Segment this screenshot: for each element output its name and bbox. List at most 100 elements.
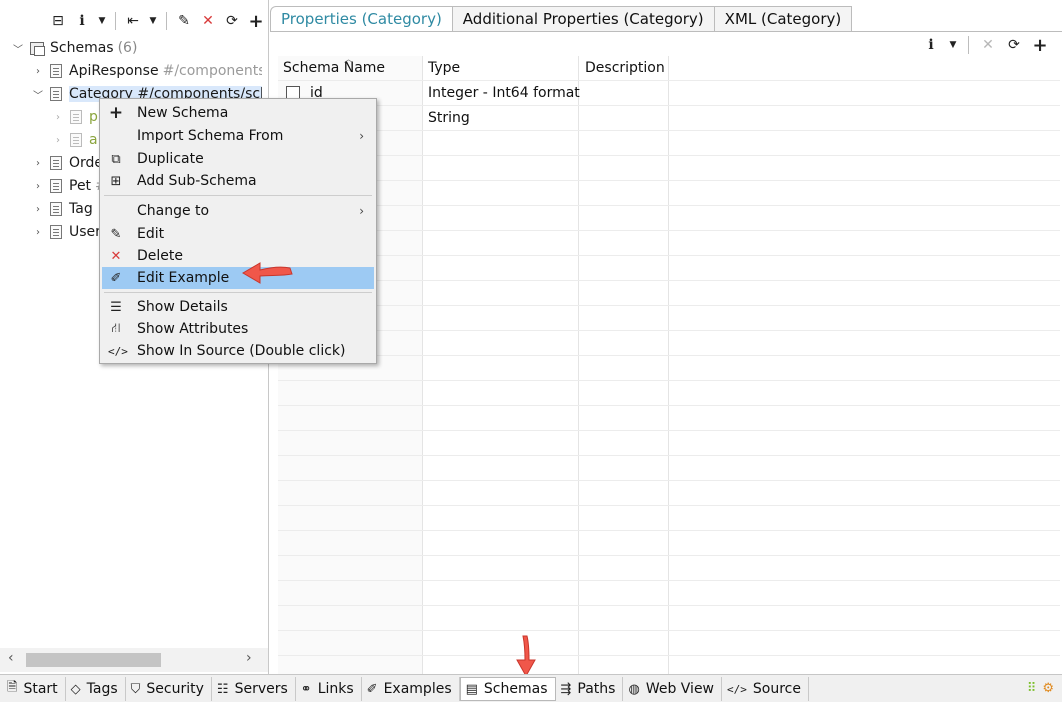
bottom-tab-security[interactable]: ⛉ Security	[126, 677, 212, 701]
bottom-tab-paths[interactable]: ⇶ Paths	[556, 677, 624, 701]
menu-item-add-sub-schema[interactable]: ⊞ Add Sub-Schema	[102, 170, 374, 192]
horizontal-scrollbar[interactable]: ‹ ›	[0, 648, 268, 672]
menu-item-duplicate[interactable]: ⧉ Duplicate	[102, 148, 374, 170]
refresh-icon[interactable]: ⟳	[222, 10, 242, 32]
bottom-tab-start[interactable]: 🗎 Start	[2, 677, 66, 701]
tree-item-property-p[interactable]: › p	[52, 106, 98, 128]
menu-item-label: Delete	[137, 248, 183, 264]
chevron-down-icon[interactable]: ﹀	[12, 41, 24, 56]
settings-gear-icon[interactable]: ⚙	[1042, 681, 1054, 696]
menu-item-show-attributes[interactable]: ⛙ Show Attributes	[102, 318, 374, 340]
info-icon[interactable]: i	[72, 10, 92, 32]
tree-item-label: User	[69, 224, 101, 240]
chevron-right-icon[interactable]: ›	[32, 158, 44, 169]
delete-icon: ✕	[110, 248, 122, 264]
tree-item-user[interactable]: › User	[32, 221, 101, 243]
chevron-right-icon[interactable]: ›	[32, 204, 44, 215]
link-icon: ⚭	[300, 681, 312, 697]
row-divider	[278, 405, 1060, 406]
context-menu: + New Schema Import Schema From › ⧉ Dupl…	[99, 98, 377, 364]
chevron-right-icon[interactable]: ›	[32, 181, 44, 192]
status-icons: ⠿ ⚙	[1027, 681, 1054, 696]
bottom-tab-source[interactable]: </> Source	[722, 677, 809, 701]
column-header-type[interactable]: Type	[428, 60, 460, 76]
cell-type[interactable]: String	[428, 110, 470, 126]
row-divider	[278, 580, 1060, 581]
row-divider	[278, 305, 1060, 306]
row-divider	[278, 180, 1060, 181]
add-icon[interactable]: +	[1030, 34, 1050, 56]
menu-item-change-to[interactable]: Change to ›	[102, 200, 374, 222]
tree-item-pet[interactable]: › Pet #	[32, 175, 107, 197]
menu-item-import-schema-from[interactable]: Import Schema From ›	[102, 125, 374, 147]
export-dropdown-icon[interactable]: ▼	[147, 10, 159, 32]
source-icon: </>	[108, 344, 128, 358]
column-header-description[interactable]: Description	[585, 60, 665, 76]
bottom-tab-servers[interactable]: ☷ Servers	[212, 677, 296, 701]
chevron-right-icon[interactable]: ›	[32, 66, 44, 77]
row-divider	[278, 205, 1060, 206]
tree-item-label: Pet	[69, 178, 92, 194]
menu-item-show-in-source[interactable]: </> Show In Source (Double click)	[102, 340, 374, 362]
schema-count: (6)	[117, 40, 138, 56]
refresh-icon[interactable]: ⟳	[1004, 34, 1024, 56]
column-divider	[668, 56, 669, 674]
tree-item-tag[interactable]: › Tag	[32, 198, 93, 220]
scroll-right-icon[interactable]: ›	[246, 650, 252, 666]
column-header-schema-name[interactable]: Schema Name	[283, 60, 385, 76]
info-icon[interactable]: i	[921, 34, 941, 56]
menu-item-delete[interactable]: ✕ Delete	[102, 245, 374, 267]
chevron-down-icon[interactable]: ﹀	[32, 87, 44, 102]
bottom-tab-label: Source	[752, 681, 801, 697]
tree-item-label: a	[89, 132, 98, 148]
column-divider	[422, 56, 423, 674]
delete-icon[interactable]: ✕	[978, 34, 998, 56]
chevron-right-icon[interactable]: ›	[52, 112, 64, 123]
tag-icon: ◇	[70, 681, 81, 697]
chevron-right-icon[interactable]: ›	[52, 135, 64, 146]
export-icon[interactable]: ⇤	[123, 10, 143, 32]
tree-item-order[interactable]: › Orde	[32, 152, 103, 174]
bottom-tab-links[interactable]: ⚭ Links	[296, 677, 362, 701]
tab-additional-properties[interactable]: Additional Properties (Category)	[451, 6, 715, 31]
schema-icon	[50, 225, 62, 239]
row-divider	[278, 105, 1060, 106]
tab-properties[interactable]: Properties (Category)	[270, 6, 453, 31]
bottom-tab-label: Paths	[577, 681, 616, 697]
property-icon	[70, 133, 82, 147]
tree-item-apiresponse[interactable]: › ApiResponse #/components/	[32, 60, 262, 82]
edit-icon[interactable]: ✎	[174, 10, 194, 32]
menu-item-show-details[interactable]: ☰ Show Details	[102, 296, 374, 318]
cell-type[interactable]: Integer - Int64 format	[428, 85, 580, 101]
grid-dots-icon[interactable]: ⠿	[1027, 681, 1037, 696]
bottom-tab-web-view[interactable]: ◍ Web View	[623, 677, 723, 701]
bottom-tabs: 🗎 Start ◇ Tags ⛉ Security ☷ Servers ⚭ Links ✐…	[2, 677, 809, 701]
menu-item-label: Show Attributes	[137, 321, 249, 337]
paths-icon: ⇶	[560, 681, 572, 697]
menu-item-edit-example[interactable]: ✐ Edit Example	[102, 267, 374, 289]
bottom-tab-label: Start	[23, 681, 58, 697]
chevron-right-icon[interactable]: ›	[32, 227, 44, 238]
bottom-tab-schemas[interactable]: ▤ Schemas	[459, 677, 556, 701]
menu-item-edit[interactable]: ✎ Edit	[102, 223, 374, 245]
tree-item-property-a[interactable]: › a	[52, 129, 98, 151]
menu-item-label: New Schema	[137, 105, 229, 121]
delete-icon[interactable]: ✕	[198, 10, 218, 32]
menu-item-label: Show In Source (Double click)	[137, 343, 346, 359]
tree-root-schemas[interactable]: ﹀ Schemas (6)	[12, 37, 137, 59]
bottom-tab-label: Servers	[234, 681, 288, 697]
row-divider	[278, 255, 1060, 256]
bottom-tab-examples[interactable]: ✐ Examples	[362, 677, 460, 701]
add-icon[interactable]: +	[246, 10, 266, 32]
collapse-all-icon[interactable]: ⊟	[48, 10, 68, 32]
scroll-left-icon[interactable]: ‹	[8, 650, 14, 666]
plus-icon: +	[108, 103, 124, 123]
bottom-navigation-bar: 🗎 Start ◇ Tags ⛉ Security ☷ Servers ⚭ Links ✐…	[0, 674, 1062, 702]
hierarchy-icon: ⛙	[111, 320, 121, 336]
scrollbar-thumb[interactable]	[26, 653, 161, 667]
info-dropdown-icon[interactable]: ▼	[947, 34, 959, 56]
info-dropdown-icon[interactable]: ▼	[96, 10, 108, 32]
bottom-tab-tags[interactable]: ◇ Tags	[66, 677, 126, 701]
tab-xml[interactable]: XML (Category)	[713, 6, 853, 31]
menu-item-new-schema[interactable]: + New Schema	[102, 102, 374, 124]
